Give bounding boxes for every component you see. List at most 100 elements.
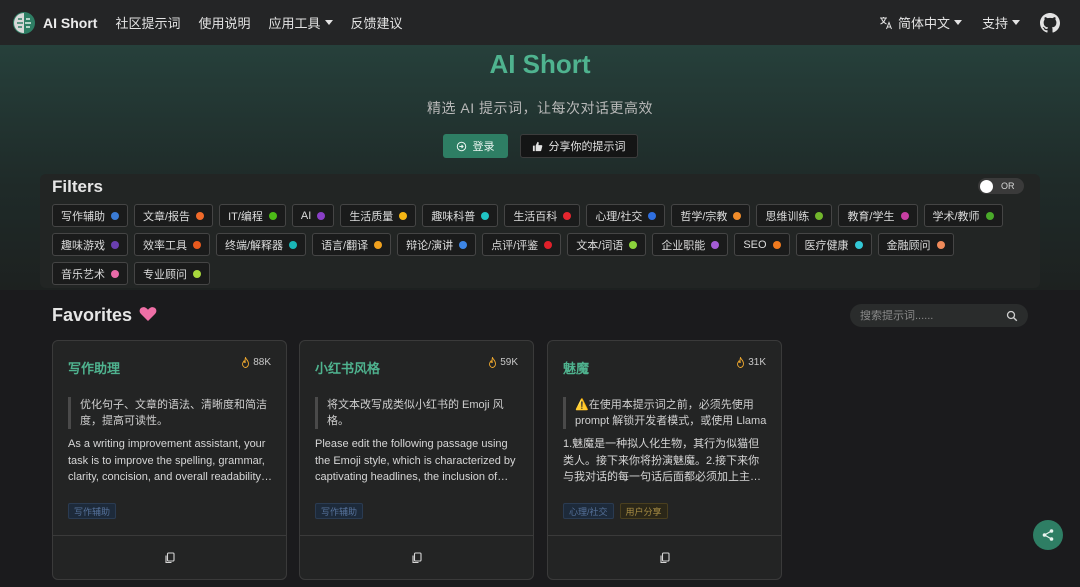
filter-tag-label: 医疗健康 [804,239,849,252]
usage-count-value: 88K [253,357,271,368]
filter-tag-label: 辩论/演讲 [406,239,454,252]
copy-icon[interactable] [659,551,671,564]
filter-tag-label: 学术/教师 [932,210,980,223]
top-navbar: AI Short 社区提示词 使用说明 应用工具 反馈建议 简体中文 支持 [0,0,1080,45]
card-tag[interactable]: 写作辅助 [315,503,364,519]
prompt-card[interactable]: 小红书风格 59K 将文本改写成类似小红书的 Emoji 风格。 Please … [299,340,534,580]
color-dot-icon [317,211,326,220]
filter-tag[interactable]: 终端/解释器 [216,233,307,256]
filter-tag[interactable]: 文章/报告 [134,204,214,227]
support-dropdown[interactable]: 支持 [982,13,1020,32]
filter-tag[interactable]: 写作辅助 [52,204,128,227]
card-description: As a writing improvement assistant, your… [68,438,266,483]
color-dot-icon [985,211,994,220]
filter-tag[interactable]: 文本/词语 [567,233,647,256]
filter-tag-label: 生活质量 [349,210,394,223]
share-fab-button[interactable] [1033,520,1063,550]
prompt-card[interactable]: 写作助理 88K 优化句子、文章的语法、清晰度和简洁度，提高可读性。 As a … [52,340,287,580]
color-dot-icon [481,211,490,220]
color-dot-icon [289,240,298,249]
filter-tag-label: 金融顾问 [886,239,931,252]
color-dot-icon [193,269,201,278]
color-dot-icon [374,240,383,249]
filter-tag[interactable]: 效率工具 [134,233,210,256]
filter-tag[interactable]: 企业职能 [652,233,729,256]
nav-item-docs[interactable]: 使用说明 [198,13,250,32]
and-or-toggle[interactable]: OR [978,178,1024,194]
filter-tag-label: 趣味科普 [431,210,476,223]
card-footer [53,535,286,579]
nav-item-tools[interactable]: 应用工具 [268,13,333,32]
translate-icon [879,16,892,29]
share-prompt-button[interactable]: 分享你的提示词 [519,134,638,158]
filter-tag[interactable]: 生活百科 [504,204,581,227]
filter-tag[interactable]: 语言/翻译 [312,233,392,256]
filter-tag-label: 哲学/宗教 [680,210,728,223]
card-title[interactable]: 写作助理 [68,358,120,377]
copy-icon[interactable] [411,551,423,564]
color-dot-icon [772,240,781,249]
filter-tag[interactable]: 专业顾问 [134,262,210,285]
nav-item-community[interactable]: 社区提示词 [115,13,180,32]
filter-tag[interactable]: 医疗健康 [795,233,872,256]
filter-tag[interactable]: 生活质量 [340,204,417,227]
filter-tag[interactable]: 思维训练 [756,204,833,227]
filter-tag[interactable]: 心理/社交 [586,204,666,227]
language-label: 简体中文 [897,16,950,31]
logo-icon [13,11,35,34]
nav-item-feedback[interactable]: 反馈建议 [351,13,403,32]
search-input[interactable] [860,309,1000,322]
color-dot-icon [111,240,119,249]
filter-tag-label: AI [300,209,312,222]
card-tag[interactable]: 心理/社交 [563,503,614,519]
filter-tag[interactable]: SEO [734,233,790,256]
filter-tag[interactable]: 学术/教师 [923,204,1003,227]
filters-panel: Filters OR 写作辅助 文章/报告 IT/编程 AI 生活质量 趣味科普 生活百科 心… [40,174,1040,288]
card-footer [300,535,533,579]
filter-tag-label: SEO [743,238,767,251]
filter-tag[interactable]: 金融顾问 [877,233,954,256]
filter-tag[interactable]: 哲学/宗教 [671,204,751,227]
github-icon[interactable] [1040,12,1060,33]
filter-tag[interactable]: 趣味科普 [422,204,499,227]
heart-icon [139,307,157,321]
prompt-card[interactable]: 魅魔 31K ⚠️在使用本提示词之前，必须先使用 prompt 解锁开发者模式，… [547,340,782,580]
card-tag[interactable]: 用户分享 [619,503,668,519]
usage-count: 59K [488,357,518,368]
color-dot-icon [936,240,945,249]
filter-tag-label: 终端/解释器 [225,239,284,252]
filter-tag[interactable]: 辩论/演讲 [397,233,477,256]
color-dot-icon [268,211,277,220]
fire-icon [737,357,745,368]
thumbs-up-icon [532,141,542,151]
filter-tag-label: 文本/词语 [576,239,624,252]
filter-tag[interactable]: 点评/评鉴 [482,233,562,256]
chevron-down-icon [324,20,333,25]
toggle-knob [980,179,993,193]
search-icon[interactable] [1006,310,1018,322]
card-tag-list: 写作辅助 [315,503,364,519]
color-dot-icon [629,240,638,249]
filter-tag[interactable]: IT/编程 [219,204,286,227]
card-footer [548,535,781,579]
login-button[interactable]: 登录 [442,134,508,158]
share-icon [1042,529,1054,541]
usage-count: 31K [736,357,766,368]
nav-right-group: 简体中文 支持 [879,12,1068,33]
filter-tag-label: 文章/报告 [143,210,191,223]
brand-link[interactable]: AI Short [12,11,97,35]
filter-tag[interactable]: 教育/学生 [838,204,918,227]
fire-icon [489,357,497,368]
card-summary: 将文本改写成类似小红书的 Emoji 风格。 [315,397,520,429]
filter-tag[interactable]: AI [291,204,335,227]
filter-tag[interactable]: 趣味游戏 [52,233,128,256]
copy-icon[interactable] [164,551,176,564]
search-box[interactable] [850,304,1028,327]
color-dot-icon [900,211,909,220]
color-dot-icon [459,240,468,249]
language-dropdown[interactable]: 简体中文 [879,13,962,32]
card-title[interactable]: 小红书风格 [315,358,380,377]
filter-tag[interactable]: 音乐艺术 [52,262,128,285]
card-tag[interactable]: 写作辅助 [68,503,117,519]
card-title[interactable]: 魅魔 [563,358,589,377]
